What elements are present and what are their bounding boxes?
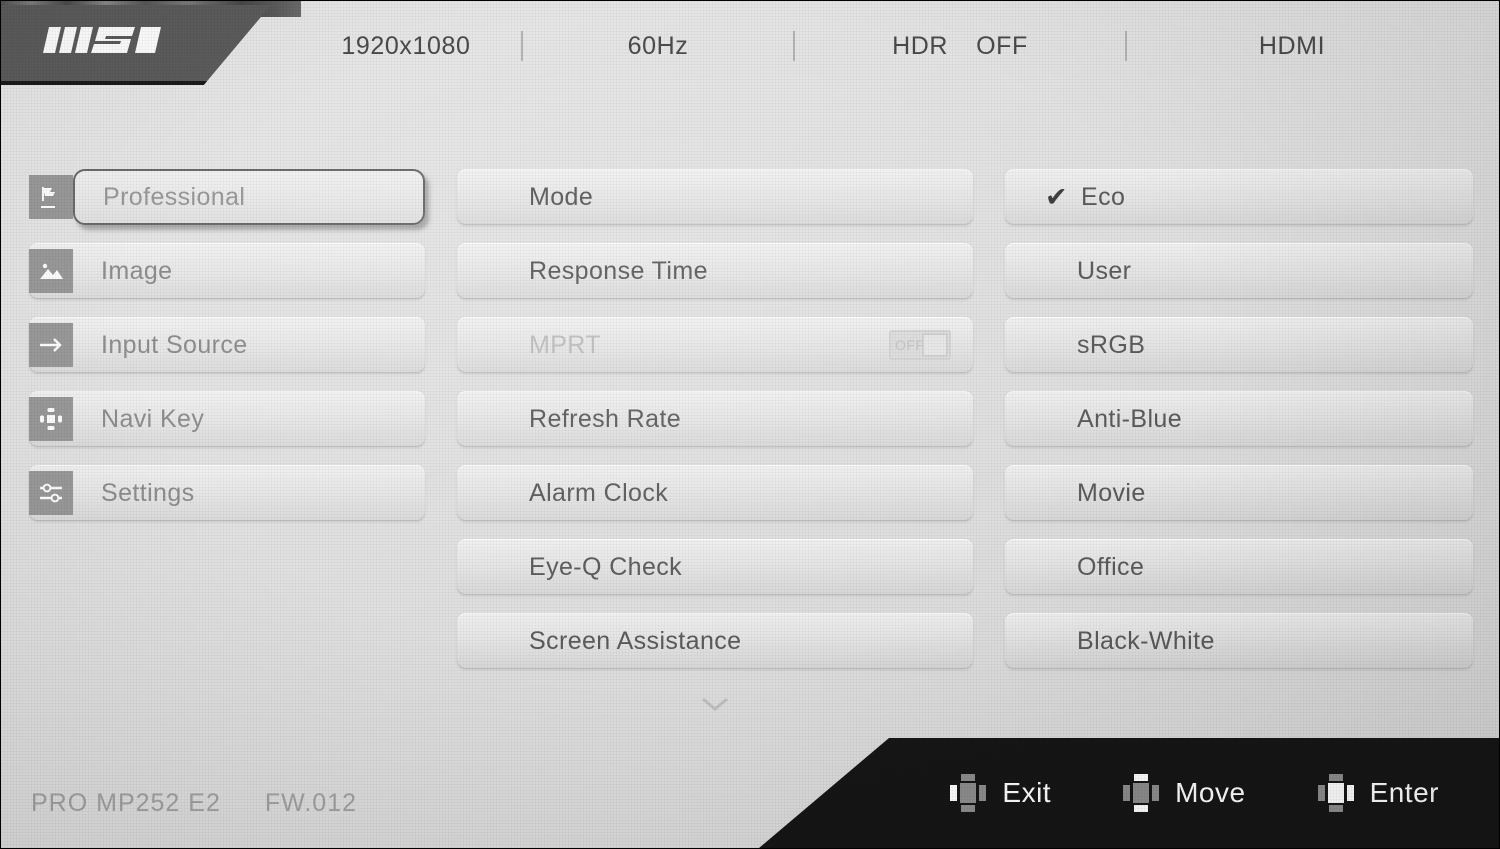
menu-item-response-time[interactable]: Response Time xyxy=(457,243,973,299)
menu-item-mprt[interactable]: MPRT OFF xyxy=(457,317,973,373)
sidebar-item-input-source[interactable]: Input Source xyxy=(29,317,425,373)
arrow-right-icon xyxy=(29,323,73,367)
sliders-icon xyxy=(29,471,73,515)
model-info: PRO MP252 E2 FW.012 xyxy=(31,789,357,818)
mode-option-movie[interactable]: Movie xyxy=(1005,465,1473,521)
joystick-updown-icon xyxy=(1123,774,1160,812)
mprt-toggle-knob xyxy=(922,333,948,357)
nav-button-label: Exit xyxy=(1002,777,1052,808)
nav-button-label: Enter xyxy=(1369,777,1439,808)
mode-option-label: Eco xyxy=(1081,182,1126,211)
chevron-down-icon[interactable] xyxy=(457,687,973,721)
navi-key-dpad-icon xyxy=(29,397,73,441)
header-hdr-value: OFF xyxy=(976,31,1028,60)
msi-logo-icon xyxy=(43,23,167,62)
msi-logo-banner xyxy=(1,5,271,85)
joystick-right-icon xyxy=(1317,774,1354,812)
check-icon: ✔ xyxy=(1045,181,1068,212)
header-hdr: HDR OFF xyxy=(795,32,1125,61)
nav-button-label: Move xyxy=(1175,777,1246,808)
menu-item-label: MPRT xyxy=(529,330,601,359)
sidebar-item-label: Image xyxy=(101,256,173,285)
mode-option-label: sRGB xyxy=(1077,330,1146,359)
sidebar-item-label: Professional xyxy=(103,182,246,211)
sidebar: Professional Image Input Source Navi Key… xyxy=(29,169,425,539)
sidebar-item-label: Settings xyxy=(101,478,195,507)
mode-option-user[interactable]: User xyxy=(1005,243,1473,299)
menu-item-eye-q-check[interactable]: Eye-Q Check xyxy=(457,539,973,595)
menu-item-label: Response Time xyxy=(529,256,708,285)
menu-item-label: Screen Assistance xyxy=(529,626,742,655)
right-column: ✔ Eco User sRGB Anti-Blue Movie Office B… xyxy=(1005,169,1473,687)
menu-item-mode[interactable]: Mode xyxy=(457,169,973,225)
sidebar-item-navi-key[interactable]: Navi Key xyxy=(29,391,425,447)
mode-option-label: Black-White xyxy=(1077,626,1215,655)
header-status-items: 1920x1080 60Hz HDR OFF HDMI xyxy=(291,1,1499,91)
mode-option-anti-blue[interactable]: Anti-Blue xyxy=(1005,391,1473,447)
sidebar-item-label: Input Source xyxy=(101,330,248,359)
mode-option-eco[interactable]: ✔ Eco xyxy=(1005,169,1473,225)
nav-button-move[interactable]: Move xyxy=(1123,774,1245,812)
middle-column: Mode Response Time MPRT OFF Refresh Rate… xyxy=(457,169,973,721)
image-picture-icon xyxy=(29,249,73,293)
osd-header: 1920x1080 60Hz HDR OFF HDMI xyxy=(1,1,1499,91)
menu-item-label: Refresh Rate xyxy=(529,404,682,433)
mode-option-black-white[interactable]: Black-White xyxy=(1005,613,1473,669)
mode-option-label: Office xyxy=(1077,552,1145,581)
mode-option-label: Anti-Blue xyxy=(1077,404,1183,433)
sidebar-item-image[interactable]: Image xyxy=(29,243,425,299)
header-hdr-label: HDR xyxy=(892,31,949,60)
sidebar-item-settings[interactable]: Settings xyxy=(29,465,425,521)
professional-flag-icon xyxy=(29,175,73,219)
mode-option-srgb[interactable]: sRGB xyxy=(1005,317,1473,373)
mode-option-office[interactable]: Office xyxy=(1005,539,1473,595)
mprt-toggle[interactable]: OFF xyxy=(889,330,951,360)
sidebar-item-professional[interactable]: Professional xyxy=(73,169,425,225)
nav-button-exit[interactable]: Exit xyxy=(950,774,1051,812)
firmware-version: FW.012 xyxy=(264,789,358,817)
header-input-source: HDMI xyxy=(1258,31,1326,60)
menu-item-screen-assistance[interactable]: Screen Assistance xyxy=(457,613,973,669)
mprt-toggle-state: OFF xyxy=(895,337,925,353)
osd-screen: 1920x1080 60Hz HDR OFF HDMI Professional… xyxy=(0,0,1500,849)
mode-option-label: Movie xyxy=(1077,478,1146,507)
header-refresh-rate: 60Hz xyxy=(627,31,689,60)
model-name: PRO MP252 E2 xyxy=(31,789,221,817)
sidebar-item-label: Navi Key xyxy=(101,404,205,433)
menu-item-alarm-clock[interactable]: Alarm Clock xyxy=(457,465,973,521)
header-resolution: 1920x1080 xyxy=(341,31,471,60)
joystick-left-icon xyxy=(950,774,987,812)
menu-item-label: Alarm Clock xyxy=(529,478,669,507)
menu-item-label: Mode xyxy=(529,182,594,211)
mode-option-label: User xyxy=(1077,256,1132,285)
menu-item-label: Eye-Q Check xyxy=(529,552,683,581)
menu-item-refresh-rate[interactable]: Refresh Rate xyxy=(457,391,973,447)
navigation-bar: Exit Move Enter xyxy=(759,738,1499,848)
nav-button-enter[interactable]: Enter xyxy=(1317,774,1439,812)
